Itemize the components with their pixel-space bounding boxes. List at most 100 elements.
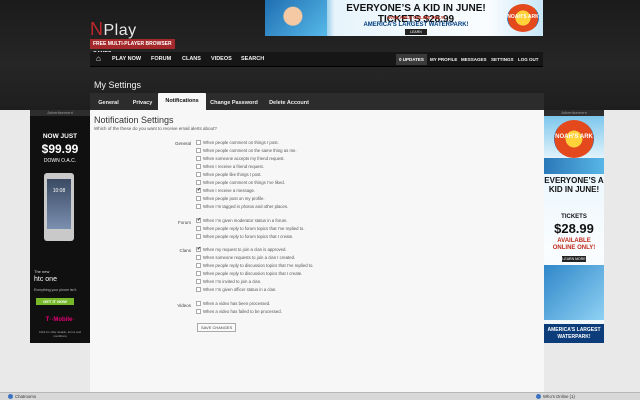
option-row[interactable]: When my request to join a clan is approv… (196, 246, 287, 254)
group-label-videos: Videos (177, 303, 191, 308)
option-row[interactable]: When I receive a message. (196, 187, 256, 195)
option-row[interactable]: When people comment on things I’ve liked… (196, 180, 285, 187)
nav-settings[interactable]: SETTINGS (491, 52, 514, 67)
group-label-clans: Clans (179, 248, 191, 253)
chatrooms-label: Chatrooms (15, 394, 37, 399)
option-label: When I receive a friend request. (203, 164, 264, 169)
phone-image: 10:08 (44, 173, 74, 241)
checkbox[interactable] (196, 180, 201, 185)
checkbox[interactable] (196, 196, 201, 201)
checkbox[interactable] (196, 156, 201, 161)
bottom-bar: Chatrooms Who’s Online (1) (0, 392, 640, 400)
ad-learn-more[interactable]: LEARN MORE (562, 256, 586, 262)
ad-tagline: AMERICA’S LARGEST WATERPARK! (544, 324, 604, 343)
page-title: My Settings (94, 80, 142, 90)
tab-change-password[interactable]: Change Password (208, 97, 260, 110)
checkbox[interactable] (196, 172, 201, 177)
option-row[interactable]: When people post on my profile. (196, 196, 265, 203)
nav-my-profile[interactable]: MY PROFILE (430, 52, 457, 67)
checkbox[interactable] (196, 204, 201, 209)
tab-delete-account[interactable]: Delete Account (265, 97, 313, 110)
option-label: When a video has failed to be processed. (203, 309, 282, 314)
tab-notifications[interactable]: Notifications (158, 93, 206, 110)
checkbox[interactable] (196, 263, 201, 268)
chatrooms-button[interactable]: Chatrooms (8, 394, 36, 400)
ad-learn-more[interactable]: LEARN MORE (405, 29, 427, 35)
tab-privacy[interactable]: Privacy (127, 97, 158, 110)
ad-down: DOWN O.A.C. (43, 158, 77, 164)
htc-logo: htc one (34, 276, 57, 283)
checkbox[interactable] (196, 217, 201, 223)
ad-price: $99.99 (41, 142, 79, 156)
checkbox[interactable] (196, 164, 201, 169)
option-row[interactable]: When I’m tagged in photos and other plac… (196, 204, 288, 211)
option-row[interactable]: When people reply to discussion topics t… (196, 271, 302, 278)
option-row[interactable]: When people like things I post. (196, 172, 262, 179)
nav-messages[interactable]: MESSAGES (461, 52, 487, 67)
save-changes-button[interactable]: SAVE CHANGES (197, 323, 237, 332)
ad-image (544, 158, 604, 174)
checkbox[interactable] (196, 148, 201, 153)
checkbox[interactable] (196, 226, 201, 231)
whos-online-button[interactable]: Who’s Online (1) (536, 394, 575, 400)
checkbox[interactable] (196, 246, 201, 252)
option-label: When I’m tagged in photos and other plac… (203, 204, 289, 209)
ad-fineprint[interactable]: Click for offer details, terms and condi… (34, 330, 86, 338)
nav-log-out[interactable]: LOG OUT (518, 52, 539, 67)
checkbox[interactable] (196, 140, 201, 145)
ad-tagline: AMERICA’S LARGEST WATERPARK! (363, 22, 469, 28)
option-row[interactable]: When a video has been processed. (196, 301, 270, 308)
nav-videos[interactable]: VIDEOS (211, 52, 232, 67)
option-row[interactable]: When people reply to discussion topics t… (196, 263, 314, 270)
option-label: When my request to join a clan is approv… (203, 247, 287, 252)
option-row[interactable]: When someone requests to join a clan I c… (196, 255, 295, 262)
checkbox[interactable] (196, 234, 201, 239)
option-label: When people comment on things I post. (203, 140, 279, 145)
left-side-ad[interactable]: Advertisement NOW JUST $99.99 DOWN O.A.C… (30, 110, 90, 343)
site-logo[interactable]: NPlay (90, 19, 137, 40)
option-label: When someone requests to join a clan I c… (203, 255, 296, 260)
option-row[interactable]: When people reply to forum topics that I… (196, 226, 305, 233)
nav-clans[interactable]: CLANS (182, 52, 201, 67)
phone-screen (47, 179, 71, 229)
home-icon[interactable]: ⌂ (96, 55, 104, 63)
checkbox[interactable] (196, 309, 201, 314)
right-side-ad[interactable]: Advertisement NOAH’S ARK EVERYONE’S A KI… (544, 110, 604, 343)
option-row[interactable]: When people reply to forum topics that I… (196, 234, 293, 241)
option-label: When I receive a message. (203, 188, 256, 193)
option-row[interactable]: When someone accepts my friend request. (196, 156, 285, 163)
checkbox[interactable] (196, 279, 201, 284)
checkbox[interactable] (196, 287, 201, 292)
checkbox[interactable] (196, 271, 201, 276)
updates-badge[interactable]: 0 UPDATES (396, 54, 427, 65)
checkbox[interactable] (196, 187, 201, 193)
ad-tickets: TICKETS (561, 214, 587, 220)
option-row[interactable]: When I’m given officer status in a clan. (196, 287, 276, 294)
get-it-now-button[interactable]: GET IT NOW (36, 298, 74, 305)
top-banner-ad[interactable]: EVERYONE’S A KID IN JUNE! TICKETS $28.99… (265, 0, 543, 36)
group-label-general: General (174, 141, 191, 146)
ad-image (544, 265, 604, 320)
option-row[interactable]: When I’m invited to join a clan. (196, 279, 261, 286)
checkbox[interactable] (196, 255, 201, 260)
ad-available: AVAILABLE (557, 238, 591, 244)
option-row[interactable]: When I receive a friend request. (196, 164, 264, 171)
site-header: NPlay FREE MULTI-PLAYER BROWSER GAMES EV… (0, 0, 640, 110)
group-label-forum: Forum (177, 220, 191, 225)
checkbox[interactable] (196, 301, 201, 306)
option-row[interactable]: When I’m given moderator status in a for… (196, 217, 288, 225)
nav-forum[interactable]: FORUM (151, 52, 171, 67)
section-heading: Notification Settings (94, 115, 174, 125)
tab-general[interactable]: General (93, 97, 124, 110)
option-row[interactable]: When people comment on the same thing as… (196, 148, 297, 155)
option-row[interactable]: When people comment on things I post. (196, 140, 279, 147)
option-label: When people comment on the same thing as… (203, 148, 297, 153)
option-label: When I’m given moderator status in a for… (203, 218, 288, 223)
nav-play-now[interactable]: PLAY NOW (112, 52, 141, 67)
nav-search[interactable]: SEARCH (241, 52, 264, 67)
section-subheading: Which of the these do you want to receiv… (94, 126, 217, 131)
whos-online-label: Who’s Online (1) (543, 394, 575, 399)
ad-now-just: NOW JUST (42, 133, 78, 140)
option-row[interactable]: When a video has failed to be processed. (196, 309, 282, 316)
notification-settings-panel: Notification Settings Which of the these… (90, 110, 544, 392)
